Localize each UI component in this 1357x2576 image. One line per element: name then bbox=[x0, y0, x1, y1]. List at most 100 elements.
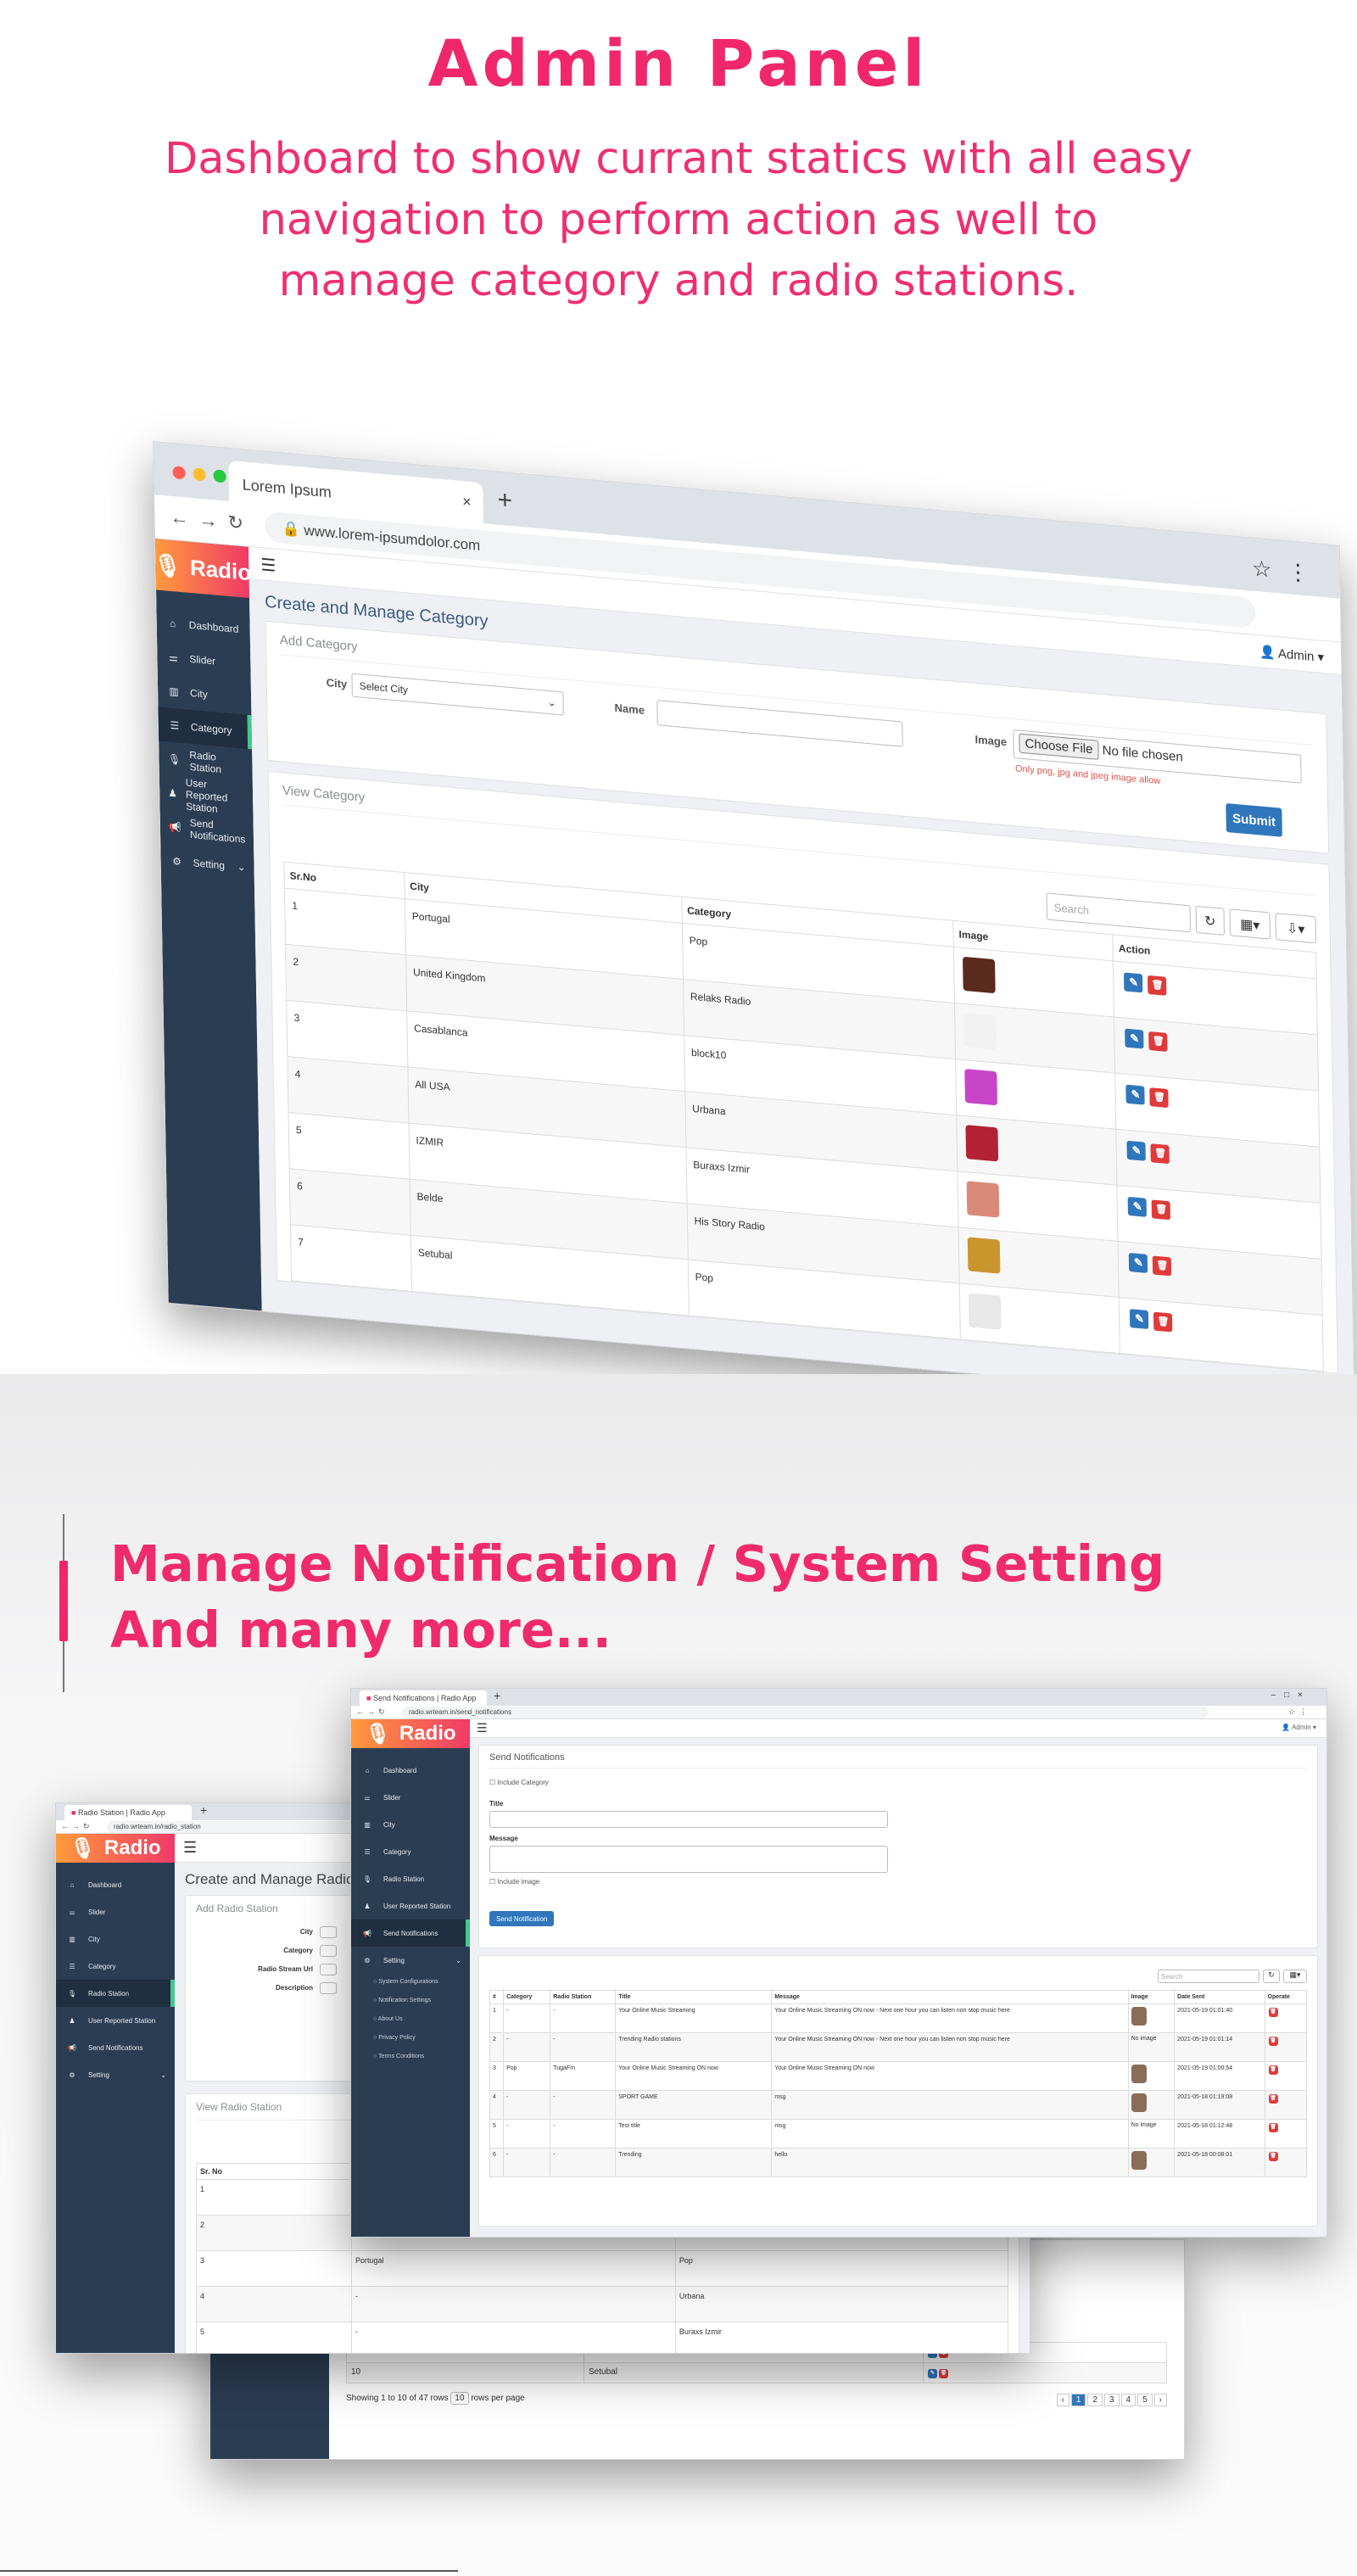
page-button-4[interactable]: 4 bbox=[1120, 2394, 1136, 2406]
user-menu[interactable]: 👤 Admin ▾ bbox=[1282, 1724, 1316, 1731]
sidebar-item-user-reported-station[interactable]: ♟ User Reported Station bbox=[351, 1892, 470, 1919]
close-icon[interactable]: × bbox=[1298, 1690, 1311, 1700]
submenu-item-privacy-policy[interactable]: ○ Privacy Policy bbox=[373, 2030, 470, 2048]
delete-button[interactable]: 🗑 bbox=[1268, 2008, 1278, 2017]
new-tab-icon[interactable]: + bbox=[497, 486, 512, 517]
delete-button[interactable]: 🗑 bbox=[1154, 1367, 1174, 1374]
form-input-description[interactable] bbox=[320, 1982, 337, 1994]
star-icon[interactable]: ☆ bbox=[1288, 1707, 1299, 1716]
sidebar-item-setting[interactable]: ⚙ Setting ⌄ bbox=[56, 2061, 175, 2088]
edit-button[interactable]: ✎ bbox=[1130, 1309, 1149, 1330]
url-field[interactable]: radio.wrteam.in/send_notifications bbox=[402, 1707, 1208, 1718]
sidebar-item-city[interactable]: ▥ City bbox=[56, 1925, 175, 1953]
edit-button[interactable]: ✎ bbox=[1125, 1028, 1144, 1049]
submenu-item-terms-conditions[interactable]: ○ Terms Conditions bbox=[373, 2048, 470, 2067]
edit-button[interactable]: ✎ bbox=[1125, 1084, 1146, 1105]
sidebar-item-setting[interactable]: ⚙ Setting ⌄ bbox=[160, 843, 254, 886]
delete-button[interactable]: 🗑 bbox=[939, 2369, 948, 2378]
new-tab-icon[interactable]: + bbox=[494, 1689, 500, 1702]
back-icon[interactable]: ← bbox=[356, 1707, 367, 1716]
delete-button[interactable]: 🗑 bbox=[1268, 2152, 1278, 2161]
delete-button[interactable]: 🗑 bbox=[1268, 2065, 1278, 2075]
page-button-0[interactable]: ‹ bbox=[1056, 2394, 1069, 2406]
sidebar-item-radio-station[interactable]: 🎙 Radio Station bbox=[56, 1980, 175, 2007]
page-button-1[interactable]: 1 bbox=[1070, 2394, 1086, 2406]
edit-button[interactable]: ✎ bbox=[1128, 1196, 1148, 1217]
search-input[interactable]: Search bbox=[1046, 892, 1192, 933]
sidebar-item-dashboard[interactable]: ⌂ Dashboard bbox=[56, 1871, 175, 1898]
delete-button[interactable]: 🗑 bbox=[1153, 1311, 1173, 1333]
back-icon[interactable]: ← bbox=[170, 506, 198, 530]
submenu-item-about-us[interactable]: ○ About Us bbox=[373, 2011, 470, 2030]
page-button-6[interactable]: › bbox=[1153, 2394, 1167, 2406]
export-icon[interactable]: ⇩▾ bbox=[1275, 913, 1317, 944]
star-icon[interactable]: ☆ bbox=[1252, 556, 1287, 584]
hamburger-icon[interactable]: ☰ bbox=[260, 554, 276, 577]
delete-button[interactable]: 🗑 bbox=[1149, 1087, 1170, 1109]
minimize-icon[interactable]: – bbox=[1271, 1690, 1285, 1700]
delete-button[interactable]: 🗑 bbox=[1150, 1143, 1170, 1165]
refresh-icon[interactable]: ↻ bbox=[1263, 1970, 1280, 1983]
sidebar-item-slider[interactable]: ⚌ Slider bbox=[351, 1784, 470, 1811]
sidebar-item-radio-station[interactable]: 🎙 Radio Station bbox=[351, 1865, 470, 1892]
edit-button[interactable]: ✎ bbox=[1126, 1140, 1147, 1161]
sidebar-item-setting[interactable]: ⚙ Setting ⌄ bbox=[351, 1947, 470, 1974]
edit-button[interactable]: ✎ bbox=[928, 2369, 937, 2378]
sidebar-item-send-notifications[interactable]: 📢 Send Notifications bbox=[351, 1919, 470, 1947]
minimize-dot-icon[interactable] bbox=[193, 467, 206, 482]
new-tab-icon[interactable]: + bbox=[200, 1803, 207, 1817]
forward-icon[interactable]: → bbox=[367, 1707, 378, 1716]
edit-button[interactable]: ✎ bbox=[1124, 972, 1143, 993]
close-dot-icon[interactable] bbox=[172, 466, 186, 480]
delete-button[interactable]: 🗑 bbox=[1148, 1031, 1169, 1053]
include-category-checkbox[interactable]: ☐ Include Category bbox=[489, 1779, 1307, 1786]
delete-button[interactable]: 🗑 bbox=[1148, 975, 1167, 996]
per-page-select[interactable]: 10 bbox=[450, 2392, 469, 2405]
back-icon[interactable]: ← bbox=[61, 1822, 72, 1830]
search-input[interactable]: Search bbox=[1158, 1970, 1259, 1983]
submenu-item-system-configurations[interactable]: ○ System Configurations bbox=[373, 1974, 470, 1992]
sidebar-item-user-reported-station[interactable]: ♟ User Reported Station bbox=[56, 2007, 175, 2034]
maximize-icon[interactable]: □ bbox=[1284, 1690, 1298, 1700]
delete-button[interactable]: 🗑 bbox=[1268, 2094, 1278, 2104]
reload-icon[interactable]: ↻ bbox=[227, 511, 254, 535]
hamburger-icon[interactable]: ☰ bbox=[477, 1721, 488, 1735]
form-input-category[interactable] bbox=[320, 1945, 337, 1957]
columns-icon[interactable]: ▦▾ bbox=[1229, 908, 1271, 940]
choose-file-button[interactable]: Choose File bbox=[1019, 733, 1099, 760]
forward-icon[interactable]: → bbox=[72, 1822, 83, 1830]
include-image-checkbox[interactable]: ☐ Include image bbox=[489, 1878, 1307, 1886]
delete-button[interactable]: 🗑 bbox=[1153, 1255, 1172, 1277]
forward-icon[interactable]: → bbox=[198, 509, 227, 533]
page-button-3[interactable]: 3 bbox=[1103, 2394, 1120, 2406]
user-menu[interactable]: 👤 Admin ▾ bbox=[1259, 644, 1325, 665]
browser-tab[interactable]: ■ Radio Station | Radio App bbox=[64, 1805, 192, 1820]
submit-button[interactable]: Submit bbox=[1226, 802, 1282, 837]
edit-button[interactable]: ✎ bbox=[1129, 1253, 1148, 1273]
reload-icon[interactable]: ↻ bbox=[83, 1822, 93, 1830]
city-select[interactable]: Select City ⌄ bbox=[351, 673, 564, 716]
form-input-city[interactable] bbox=[320, 1926, 337, 1938]
edit-button[interactable]: ✎ bbox=[1131, 1365, 1150, 1374]
form-input-radio-stream-url[interactable] bbox=[320, 1964, 337, 1975]
browser-tab[interactable]: ■ Send Notifications | Radio App bbox=[360, 1690, 487, 1706]
title-input[interactable] bbox=[489, 1811, 888, 1828]
sidebar-item-category[interactable]: ☰ Category bbox=[351, 1838, 470, 1865]
delete-button[interactable]: 🗑 bbox=[1268, 2123, 1278, 2132]
message-textarea[interactable] bbox=[489, 1846, 888, 1873]
page-button-5[interactable]: 5 bbox=[1137, 2394, 1153, 2406]
delete-button[interactable]: 🗑 bbox=[1152, 1199, 1171, 1221]
sidebar-item-dashboard[interactable]: ⌂ Dashboard bbox=[351, 1757, 470, 1784]
tab-close-icon[interactable]: × bbox=[462, 493, 472, 511]
submenu-item-notification-settings[interactable]: ○ Notification Settings bbox=[373, 1992, 470, 2011]
columns-icon[interactable]: ▦▾ bbox=[1283, 1970, 1307, 1983]
sidebar-item-category[interactable]: ☰ Category bbox=[56, 1953, 175, 1980]
page-button-2[interactable]: 2 bbox=[1087, 2394, 1103, 2406]
sidebar-item-slider[interactable]: ⚌ Slider bbox=[56, 1898, 175, 1925]
delete-button[interactable]: 🗑 bbox=[1268, 2037, 1278, 2046]
sidebar-item-city[interactable]: ▥ City bbox=[351, 1811, 470, 1838]
reload-icon[interactable]: ↻ bbox=[378, 1707, 388, 1716]
send-notification-button[interactable]: Send Notification bbox=[489, 1911, 555, 1926]
hamburger-icon[interactable]: ☰ bbox=[183, 1839, 197, 1857]
sidebar-item-send-notifications[interactable]: 📢 Send Notifications bbox=[56, 2034, 175, 2061]
